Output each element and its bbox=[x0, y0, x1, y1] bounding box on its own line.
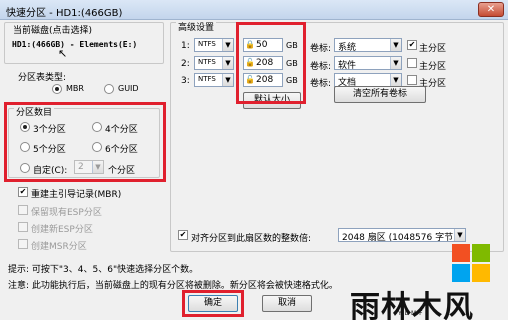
unlock-icon: 🔓 bbox=[245, 75, 255, 84]
row-1-fs-value: NTFS bbox=[198, 40, 216, 48]
default-size-button[interactable]: 默认大小 bbox=[243, 92, 301, 109]
row-2-primary-checkbox[interactable] bbox=[407, 58, 417, 68]
radio-5-label: 5个分区 bbox=[33, 145, 66, 155]
row-1-primary-label: 主分区 bbox=[419, 44, 447, 54]
current-disk-heading: 当前磁盘(点击选择) bbox=[13, 26, 93, 36]
create-esp-checkbox[interactable] bbox=[18, 222, 28, 232]
radio-3-partitions[interactable] bbox=[20, 122, 30, 132]
row-2-size-input[interactable]: 🔓 208 bbox=[243, 56, 283, 70]
keep-esp-label: 保留现有ESP分区 bbox=[31, 208, 102, 218]
chevron-down-icon: ▼ bbox=[222, 74, 233, 86]
rebuild-mbr-label: 重建主引导记录(MBR) bbox=[31, 190, 122, 200]
row-1-volume-label-value: 系统 bbox=[338, 43, 357, 53]
align-sector-select[interactable]: 2048 扇区 (1048576 字节) ▼ bbox=[338, 228, 466, 243]
custom-count-select[interactable]: 2 ▼ bbox=[74, 160, 104, 174]
note-text: 注意: 此功能执行后，当前磁盘上的现有分区将被删除。新分区将会被快速格式化。 bbox=[8, 281, 338, 291]
row-2-volume-label-value: 软件 bbox=[338, 61, 357, 71]
radio-mbr[interactable] bbox=[52, 84, 62, 94]
custom-count-value: 2 bbox=[78, 162, 84, 172]
row-2-unit: GB bbox=[286, 59, 298, 68]
radio-6-label: 6个分区 bbox=[105, 145, 138, 155]
row-1-fs-select[interactable]: NTFS ▼ bbox=[194, 38, 234, 52]
row-3-primary-checkbox[interactable] bbox=[407, 75, 417, 85]
row-3-label-prefix: 卷标: bbox=[310, 79, 332, 89]
row-3-size-value: 208 bbox=[256, 75, 274, 85]
create-msr-label: 创建MSR分区 bbox=[31, 242, 87, 252]
chevron-down-icon: ▼ bbox=[390, 57, 401, 69]
window-title: 快速分区 - HD1:(466GB) bbox=[6, 8, 123, 19]
rebuild-mbr-checkbox[interactable]: ✔ bbox=[18, 187, 28, 197]
align-label: 对齐分区到此扇区数的整数倍: bbox=[191, 234, 312, 244]
dialog-body: 当前磁盘(点击选择) HD1:(466GB) - Elements(E:) ↖ … bbox=[0, 20, 508, 320]
custom-count-suffix: 个分区 bbox=[108, 166, 136, 176]
table-type-heading: 分区表类型: bbox=[18, 73, 67, 83]
chevron-down-icon: ▼ bbox=[222, 57, 233, 69]
advanced-heading: 高级设置 bbox=[176, 20, 217, 33]
logo-red-square bbox=[452, 244, 470, 262]
radio-6-partitions[interactable] bbox=[92, 142, 102, 152]
title-bar[interactable]: 快速分区 - HD1:(466GB) ✕ bbox=[0, 0, 508, 20]
radio-4-partitions[interactable] bbox=[92, 122, 102, 132]
row-3-index: 3: bbox=[181, 76, 190, 86]
align-checkbox[interactable]: ✔ bbox=[178, 230, 188, 240]
create-msr-checkbox[interactable] bbox=[18, 239, 28, 249]
row-1-label-prefix: 卷标: bbox=[310, 44, 332, 54]
radio-guid[interactable] bbox=[104, 84, 114, 94]
row-3-unit: GB bbox=[286, 76, 298, 85]
row-2-label-prefix: 卷标: bbox=[310, 62, 332, 72]
radio-mbr-label: MBR bbox=[66, 84, 84, 93]
row-1-index: 1: bbox=[181, 41, 190, 51]
logo-blue-square bbox=[452, 264, 470, 282]
row-3-fs-value: NTFS bbox=[198, 75, 216, 83]
radio-custom[interactable] bbox=[20, 163, 30, 173]
radio-4-label: 4个分区 bbox=[105, 125, 138, 135]
radio-3-label: 3个分区 bbox=[33, 125, 66, 135]
keep-esp-checkbox[interactable] bbox=[18, 205, 28, 215]
radio-custom-label: 自定(C): bbox=[33, 166, 68, 176]
radio-5-partitions[interactable] bbox=[20, 142, 30, 152]
logo-yellow-square bbox=[472, 264, 490, 282]
row-3-size-input[interactable]: 🔓 208 bbox=[243, 73, 283, 87]
row-2-primary-label: 主分区 bbox=[419, 62, 447, 72]
row-1-primary-checkbox[interactable]: ✔ bbox=[407, 40, 417, 50]
chevron-down-icon: ▼ bbox=[222, 39, 233, 51]
tip-text: 提示: 可按下"3、4、5、6"快速选择分区个数。 bbox=[8, 265, 199, 275]
chevron-down-icon: ▼ bbox=[390, 74, 401, 86]
row-1-size-value: 50 bbox=[256, 40, 268, 50]
windows-logo-watermark bbox=[452, 244, 492, 284]
unlock-icon: 🔓 bbox=[245, 58, 255, 67]
close-button[interactable]: ✕ bbox=[478, 2, 504, 17]
row-2-size-value: 208 bbox=[256, 58, 274, 68]
row-1-size-input[interactable]: 🔒 50 bbox=[243, 38, 283, 52]
create-esp-label: 创建新ESP分区 bbox=[31, 225, 93, 235]
mouse-cursor-icon: ↖ bbox=[58, 47, 68, 60]
row-3-volume-label-select[interactable]: 文档 ▼ bbox=[334, 73, 402, 88]
watermark-subtext: YLMF bbox=[398, 310, 426, 317]
row-2-index: 2: bbox=[181, 59, 190, 69]
row-3-fs-select[interactable]: NTFS ▼ bbox=[194, 73, 234, 87]
cancel-button[interactable]: 取消 bbox=[262, 295, 312, 312]
row-2-fs-select[interactable]: NTFS ▼ bbox=[194, 56, 234, 70]
current-disk-value[interactable]: HD1:(466GB) - Elements(E:) bbox=[12, 40, 137, 49]
lock-icon: 🔒 bbox=[245, 40, 255, 49]
chevron-down-icon: ▼ bbox=[92, 161, 103, 173]
row-2-fs-value: NTFS bbox=[198, 58, 216, 66]
ok-button[interactable]: 确定 bbox=[188, 295, 238, 312]
row-1-volume-label-select[interactable]: 系统 ▼ bbox=[334, 38, 402, 53]
logo-green-square bbox=[472, 244, 490, 262]
chevron-down-icon: ▼ bbox=[454, 229, 465, 241]
align-sector-value: 2048 扇区 (1048576 字节) bbox=[342, 233, 457, 243]
chevron-down-icon: ▼ bbox=[390, 39, 401, 51]
partition-count-heading: 分区数目 bbox=[14, 105, 55, 118]
radio-guid-label: GUID bbox=[118, 84, 139, 93]
clear-all-labels-button[interactable]: 清空所有卷标 bbox=[334, 86, 426, 103]
row-1-unit: GB bbox=[286, 41, 298, 50]
row-2-volume-label-select[interactable]: 软件 ▼ bbox=[334, 56, 402, 71]
